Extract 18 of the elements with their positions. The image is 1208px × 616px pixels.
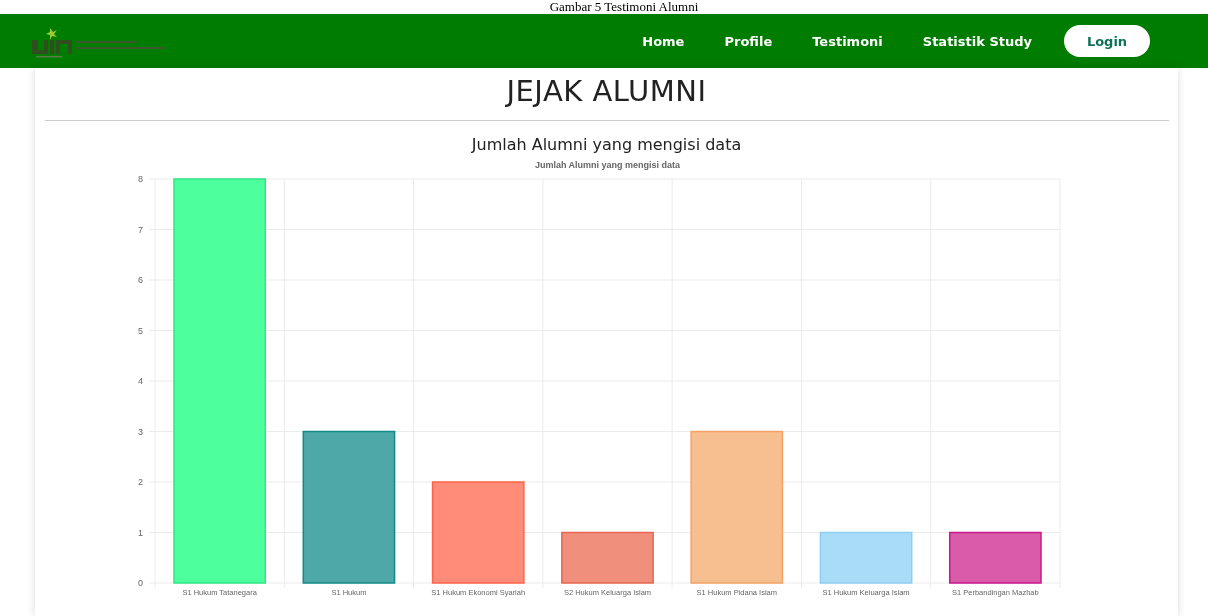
y-axis-label: 0 xyxy=(138,578,143,588)
caption-text: Gambar 5 Testimoni Alumni xyxy=(549,0,699,14)
login-button[interactable]: Login xyxy=(1064,25,1150,57)
y-axis-label: 8 xyxy=(138,174,143,184)
y-axis-label: 2 xyxy=(138,477,143,487)
nav-link[interactable]: Statistik Study xyxy=(922,33,1032,49)
nav-link[interactable]: Home xyxy=(642,33,685,49)
y-axis-label: 6 xyxy=(138,275,143,285)
nav-link[interactable]: Testimoni xyxy=(812,33,883,49)
y-axis-label: 3 xyxy=(138,426,143,437)
y-axis-label: 4 xyxy=(138,376,143,386)
y-axis-label: 1 xyxy=(138,527,143,538)
page-title: JEJAK ALUMNI xyxy=(506,74,707,108)
y-axis-label: 7 xyxy=(138,224,143,235)
y-axis-label: 5 xyxy=(138,325,143,336)
chart-title: Jumlah Alumni yang mengisi data xyxy=(534,160,681,170)
nav-link[interactable]: Profile xyxy=(724,33,773,49)
section-title: Jumlah Alumni yang mengisi data xyxy=(471,135,742,154)
